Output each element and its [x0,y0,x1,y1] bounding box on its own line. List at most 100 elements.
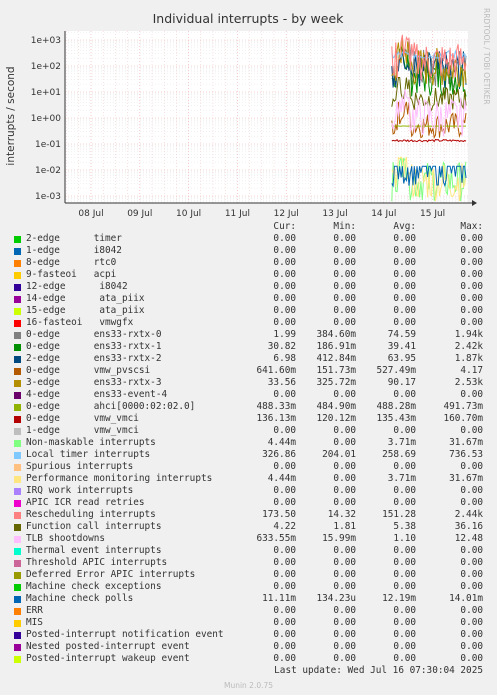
legend-rows: 2-edge timer 0.00 0.00 0.00 0.00 1-edge i8042… [0,233,497,665]
legend-swatch [14,235,21,243]
legend-swatch [14,571,21,579]
legend-swatch [14,331,21,339]
legend-value-max: 0.00 [460,629,483,640]
legend-series-name: 16-fasteoi vmwgfx [26,317,134,328]
x-tick-label: 12 Jul [274,209,299,219]
x-tick-label: 14 Jul [371,209,396,219]
legend-value-avg: 0.00 [393,293,416,304]
legend-swatch [14,271,21,279]
legend-row: 1-edge i8042 0.00 0.00 0.00 0.00 [0,245,497,257]
legend-row: Posted-interrupt wakeup event 0.00 0.00 0.0… [0,653,497,665]
y-tick-labels: 1e-03 1e-02 1e-01 1e+00 1e+01 1e+02 1e+03 [31,36,62,202]
legend-value-avg: 90.17 [387,377,416,388]
legend-series-name: Performance monitoring interrupts [26,473,213,484]
legend-value-max: 0.00 [460,485,483,496]
legend-swatch [14,391,21,399]
legend-row: Thermal event interrupts 0.00 0.00 0.00 0.00 [0,545,497,557]
legend-row: 2-edge ens33-rxtx-2 6.98 412.84m 63.95 1.87k [0,353,497,365]
legend-swatch [14,259,21,267]
legend-row: 14-edge ata_piix 0.00 0.00 0.00 0.00 [0,293,497,305]
legend-value-avg: 0.00 [393,545,416,556]
legend-row: Non-maskable interrupts 4.44m 0.00 3.71m 31.… [0,437,497,449]
legend-series-name: 4-edge ens33-event-4 [26,389,168,400]
legend-swatch [14,655,21,663]
legend-value-avg: 0.00 [393,233,416,244]
legend-value-avg: 0.00 [393,581,416,592]
legend-series-name: 2-edge ens33-rxtx-2 [26,353,162,364]
legend-row: Performance monitoring interrupts 4.44m 0.… [0,473,497,485]
legend-value-max: 0.00 [460,569,483,580]
y-tick-label: 1e+03 [31,36,61,46]
legend-swatch [14,439,21,447]
legend-row: TLB shootdowns 633.55m 15.99m 1.10 12.48 [0,533,497,545]
x-tick-label: 11 Jul [225,209,250,219]
legend-swatch [14,607,21,615]
legend-value-max: 0.00 [460,497,483,508]
legend-swatch [14,283,21,291]
legend-value-max: 2.44k [454,509,483,520]
legend-value-avg: 0.00 [393,497,416,508]
legend-value-max: 0.00 [460,653,483,664]
legend-value-avg: 0.00 [393,461,416,472]
legend-row: MIS 0.00 0.00 0.00 0.00 [0,617,497,629]
legend-swatch [14,595,21,603]
y-tick-label: 1e+01 [31,88,61,98]
legend-value-max: 0.00 [460,545,483,556]
legend-value-avg: 0.00 [393,425,416,436]
x-tick-label: 10 Jul [176,209,201,219]
legend-value-max: 14.01m [449,593,483,604]
legend-value-max: 0.00 [460,557,483,568]
legend-series-name: Rescheduling interrupts [26,509,156,520]
legend-value-avg: 0.00 [393,617,416,628]
legend-series-name: TLB shootdowns [26,533,106,544]
legend-series-name: 15-edge ata_piix [26,305,145,316]
legend-value-max: 31.67m [449,473,483,484]
legend-value-max: 1.94k [454,329,483,340]
legend-swatch [14,355,21,363]
legend-series-name: 0-edge ens33-rxtx-0 [26,329,162,340]
legend-row: APIC ICR read retries 0.00 0.00 0.00 0.00 [0,497,497,509]
legend-series-name: 12-edge i8042 [26,281,128,292]
y-tick-label: 1e-01 [35,140,61,150]
legend-series-name: Posted-interrupt wakeup event [26,653,190,664]
legend-value-avg: 12.19m [382,593,416,604]
legend-row: Function call interrupts 4.22 1.81 5.38 36.1… [0,521,497,533]
legend-series-name: 3-edge ens33-rxtx-3 [26,377,162,388]
legend-value-avg: 3.71m [387,437,416,448]
x-tick-labels: 08 Jul 09 Jul 10 Jul 11 Jul 12 Jul 13 Jul 14 J… [78,209,445,219]
legend-swatch [14,499,21,507]
legend-series-name: 14-edge ata_piix [26,293,145,304]
legend-swatch [14,319,21,327]
legend: Cur: Min: Avg: Max: 2-edge timer 0.00 0.00… [0,221,497,665]
legend-value-max: 0.00 [460,281,483,292]
legend-value-avg: 74.59 [387,329,416,340]
legend-series-name: MIS [26,617,43,628]
legend-value-max: 0.00 [460,461,483,472]
legend-series-name: Non-maskable interrupts [26,437,156,448]
y-tick-label: 1e+02 [31,62,61,72]
y-axis-label: interrupts / second [5,66,17,165]
legend-row: Nested posted-interrupt event 0.00 0.00 0.0… [0,641,497,653]
legend-row: 8-edge rtc0 0.00 0.00 0.00 0.00 [0,257,497,269]
legend-value-max: 0.00 [460,269,483,280]
legend-value-max: 0.00 [460,293,483,304]
legend-value-avg: 5.38 [393,521,416,532]
legend-swatch [14,631,21,639]
legend-series-name: Thermal event interrupts [26,545,162,556]
legend-value-max: 0.00 [460,605,483,616]
legend-row: 15-edge ata_piix 0.00 0.00 0.00 0.00 [0,305,497,317]
legend-swatch [14,619,21,627]
legend-series-name: Machine check exceptions [26,581,162,592]
legend-value-max: 0.00 [460,389,483,400]
legend-header: Cur: Min: Avg: Max: [0,221,497,233]
legend-value-avg: 488.28m [376,401,416,412]
legend-series-name: 0-edge vmw_vmci [26,413,139,424]
legend-series-name: ERR [26,605,43,616]
x-axis-arrow [472,200,477,206]
legend-value-avg: 0.00 [393,281,416,292]
legend-value-max: 0.00 [460,305,483,316]
legend-swatch [14,379,21,387]
legend-series-name: 0-edge ens33-rxtx-1 [26,341,162,352]
legend-series-name: 0-edge ahci[0000:02:02.0] [26,401,196,412]
legend-swatch [14,367,21,375]
